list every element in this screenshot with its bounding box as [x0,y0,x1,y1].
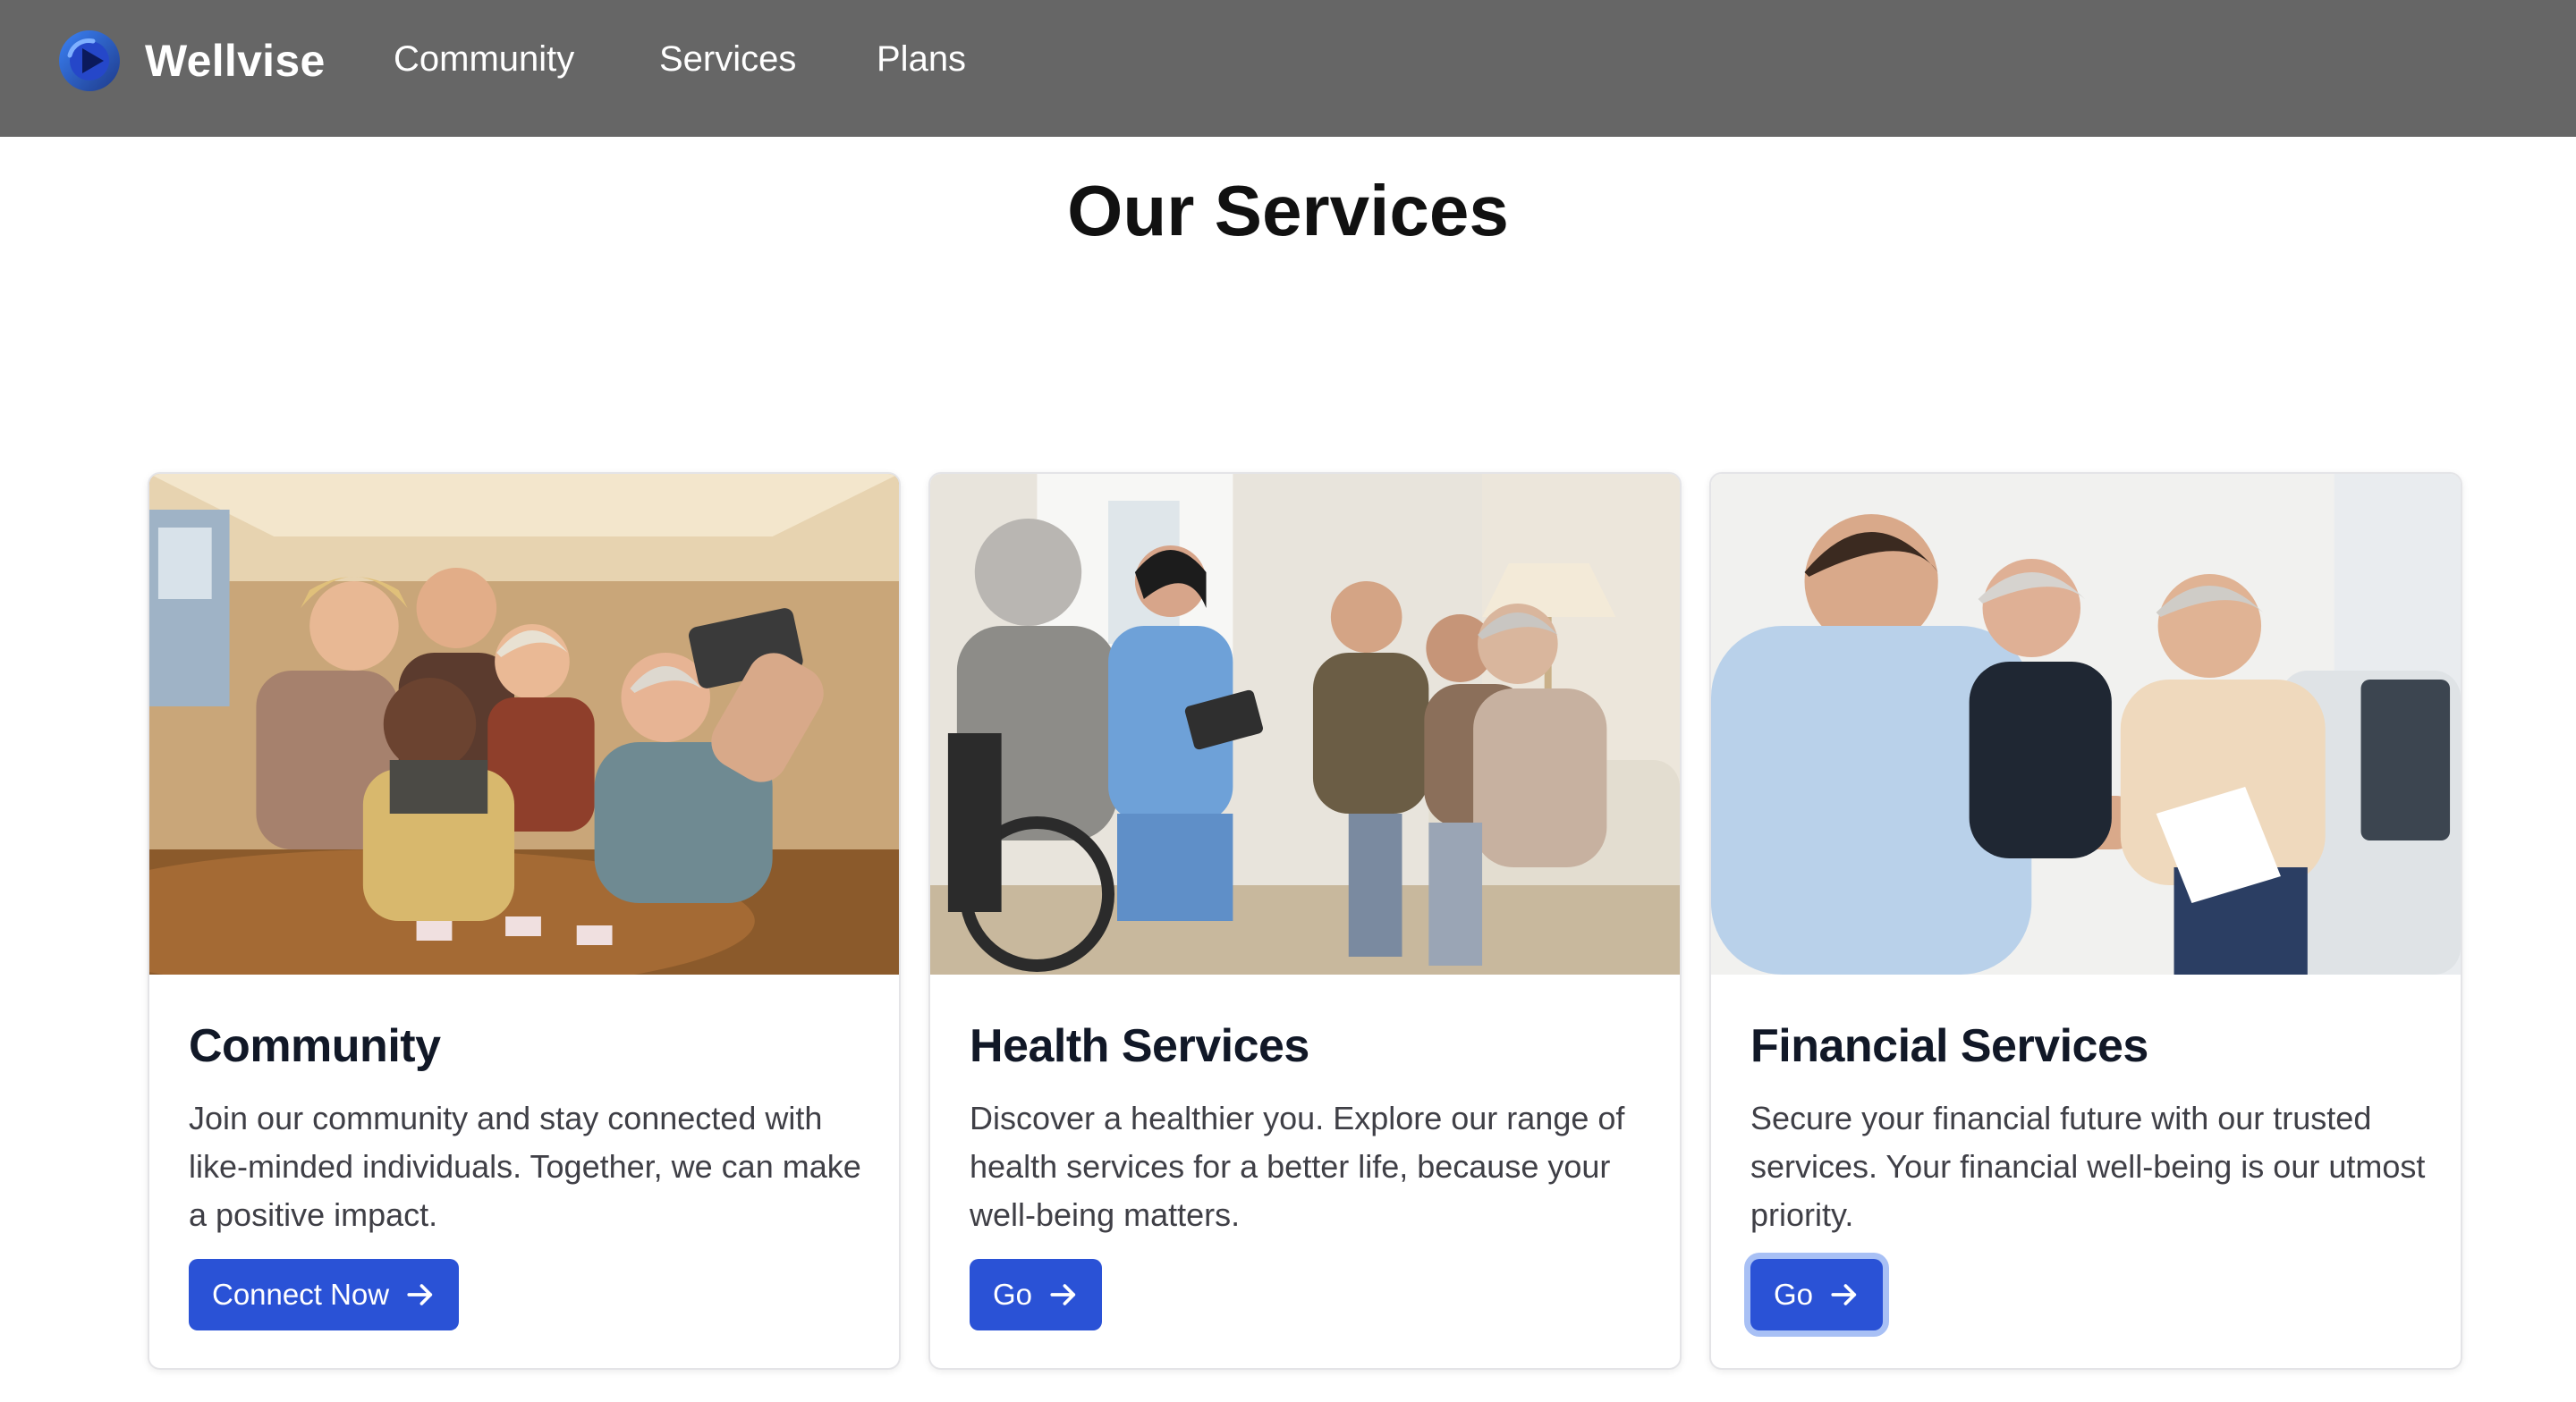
arrow-right-icon [1050,1284,1076,1305]
nav-plans-link[interactable]: Plans [877,39,966,80]
button-label: Go [993,1278,1033,1311]
connect-now-button[interactable]: Connect Now [189,1259,460,1330]
arrow-right-icon [407,1284,433,1305]
seniors-selfie-image-icon [149,474,899,975]
card-title: Health Services [970,1020,1309,1072]
community-card: Community Join our community and stay co… [148,472,901,1370]
button-label: Connect Now [212,1278,390,1311]
top-navbar: Wellvise Community Services Plans [0,0,2576,137]
brand-home-link[interactable]: Wellvise [57,29,326,93]
health-go-button[interactable]: Go [970,1259,1103,1330]
community-photo [149,474,899,975]
health-services-photo [930,474,1680,975]
financial-advisor-image-icon [1711,474,2461,975]
financial-services-card: Financial Services Secure your financial… [1709,472,2462,1370]
nav-services-link[interactable]: Services [659,39,796,80]
brand-name: Wellvise [145,36,326,86]
arrow-right-icon [1831,1284,1857,1305]
card-description: Join our community and stay connected wi… [189,1100,861,1233]
nav-community-link[interactable]: Community [394,39,574,80]
health-services-card: Health Services Discover a healthier you… [928,472,1682,1370]
card-description: Secure your financial future with our tr… [1750,1100,2426,1233]
wellvise-logo-icon [59,30,120,91]
card-title: Community [189,1020,441,1072]
card-title: Financial Services [1750,1020,2148,1072]
financial-go-button[interactable]: Go [1750,1259,1884,1330]
button-label: Go [1774,1278,1814,1311]
card-description: Discover a healthier you. Explore our ra… [970,1100,1625,1233]
page-title: Our Services [1067,171,1509,250]
nurse-with-seniors-image-icon [930,474,1680,975]
financial-services-photo [1711,474,2461,975]
